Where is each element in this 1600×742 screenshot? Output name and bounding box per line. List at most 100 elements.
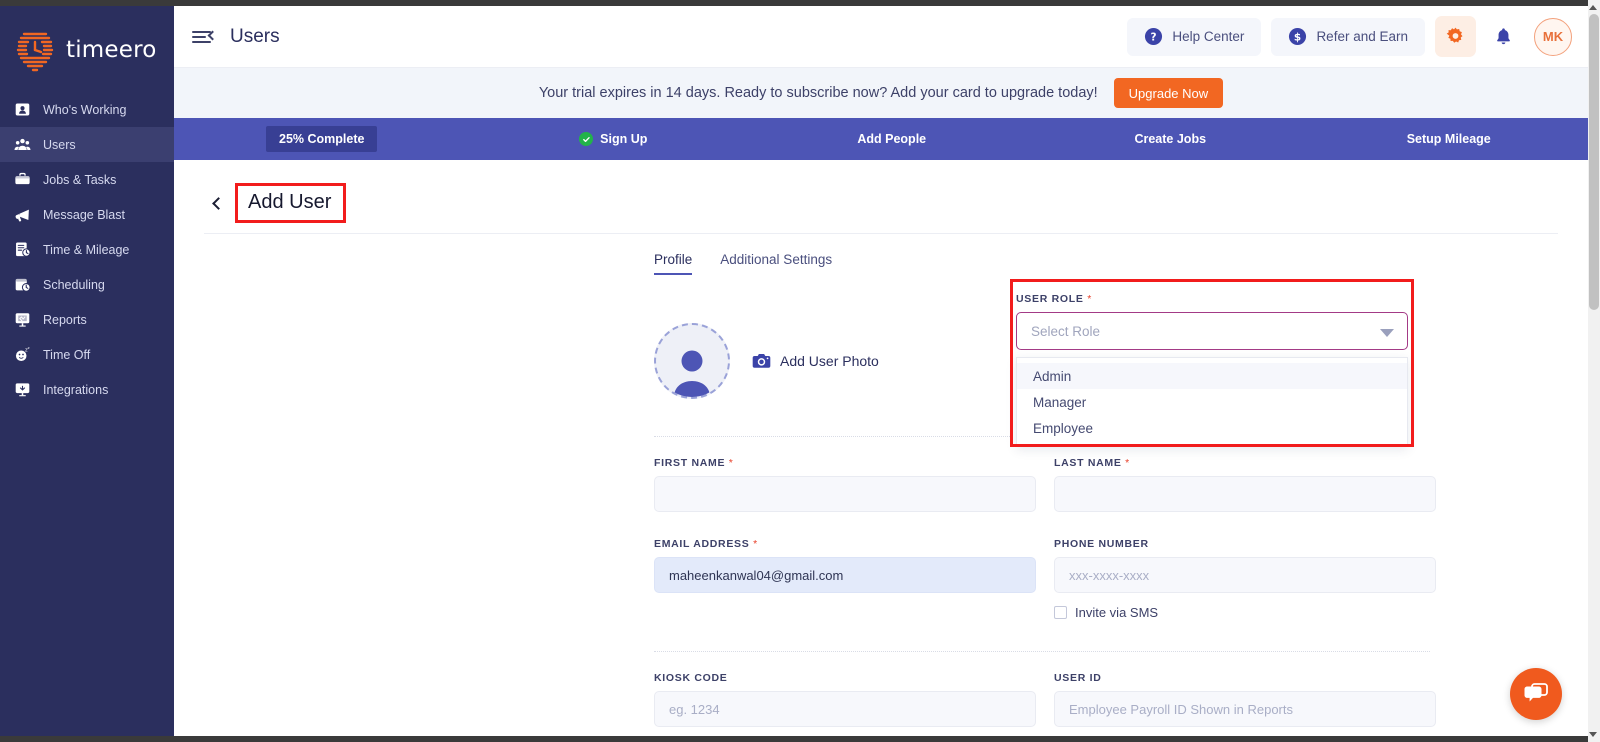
sidebar-item-jobs-tasks[interactable]: Jobs & Tasks xyxy=(0,162,174,197)
first-name-input[interactable] xyxy=(654,476,1036,512)
back-chevron-icon[interactable] xyxy=(212,196,225,210)
topbar-actions: ? Help Center $ Refer and Earn MK xyxy=(1127,16,1572,57)
trial-banner: Your trial expires in 14 days. Ready to … xyxy=(174,68,1588,118)
megaphone-icon xyxy=(15,209,29,222)
invite-via-sms-checkbox[interactable] xyxy=(1054,606,1067,619)
user-role-label-text: USER ROLE xyxy=(1016,293,1084,305)
section-divider-bottom xyxy=(654,651,1430,652)
first-name-label: FIRST NAME * xyxy=(654,457,1036,469)
refer-and-earn-button[interactable]: $ Refer and Earn xyxy=(1271,17,1425,56)
add-user-photo-button[interactable]: Add User Photo xyxy=(752,353,879,369)
scrollbar-thumb[interactable] xyxy=(1589,14,1599,310)
phone-number-input[interactable] xyxy=(1054,557,1436,593)
reports-icon xyxy=(15,313,30,327)
user-id-input[interactable] xyxy=(1054,691,1436,727)
progress-step-create-jobs[interactable]: Create Jobs xyxy=(1031,132,1310,146)
scroll-up-arrow-icon[interactable] xyxy=(1589,5,1597,10)
user-id-label: USER ID xyxy=(1054,672,1436,684)
sidebar-item-label: Time & Mileage xyxy=(43,242,130,257)
brand-name: timeero xyxy=(66,37,157,63)
last-name-group: LAST NAME * xyxy=(1054,457,1436,512)
user-role-group: USER ROLE * Select Role Admin Manager Em… xyxy=(1016,293,1408,447)
kiosk-code-input[interactable] xyxy=(654,691,1036,727)
email-address-group: EMAIL ADDRESS * xyxy=(654,538,1036,620)
page-scrollbar[interactable] xyxy=(1588,0,1600,742)
progress-step-add-people[interactable]: Add People xyxy=(753,132,1032,146)
sidebar-item-integrations[interactable]: Integrations xyxy=(0,372,174,407)
integrations-icon xyxy=(15,383,30,397)
progress-step-label: Create Jobs xyxy=(1134,132,1207,146)
trial-message: Your trial expires in 14 days. Ready to … xyxy=(538,85,1098,101)
scroll-down-arrow-icon[interactable] xyxy=(1589,732,1597,737)
chat-bubble-icon xyxy=(1524,683,1548,702)
notifications-button[interactable] xyxy=(1486,18,1520,56)
avatar[interactable]: MK xyxy=(1534,17,1572,56)
user-role-option-employee[interactable]: Employee xyxy=(1017,415,1407,441)
sidebar-item-time-mileage[interactable]: Time & Mileage xyxy=(0,232,174,267)
whos-working-icon xyxy=(15,103,30,116)
menu-collapse-icon[interactable] xyxy=(192,29,218,45)
svg-text:?: ? xyxy=(1151,32,1157,44)
name-fields-row: FIRST NAME * LAST NAME * xyxy=(654,457,1436,512)
dollar-circle-icon: $ xyxy=(1289,27,1307,46)
timeero-clock-logo-icon xyxy=(16,32,54,72)
user-role-option-manager[interactable]: Manager xyxy=(1017,389,1407,415)
user-role-select[interactable]: Select Role xyxy=(1016,312,1408,350)
first-name-group: FIRST NAME * xyxy=(654,457,1036,512)
email-address-label: EMAIL ADDRESS * xyxy=(654,538,1036,550)
progress-step-setup-mileage[interactable]: Setup Mileage xyxy=(1310,132,1589,146)
calendar-clock-icon xyxy=(15,278,31,292)
gear-icon xyxy=(1446,27,1463,43)
users-icon xyxy=(14,138,31,151)
svg-text:z: z xyxy=(28,346,30,350)
sidebar-item-scheduling[interactable]: Scheduling xyxy=(0,267,174,302)
check-circle-icon xyxy=(579,132,594,146)
progress-steps: Sign Up Add People Create Jobs Setup Mil… xyxy=(174,132,1588,146)
brand-logo[interactable]: timeero xyxy=(0,0,174,78)
person-avatar-icon xyxy=(674,350,710,397)
time-mileage-icon xyxy=(16,242,31,257)
page-title: Users xyxy=(230,25,280,47)
sidebar-item-label: Who's Working xyxy=(43,102,127,117)
sidebar-item-message-blast[interactable]: Message Blast xyxy=(0,197,174,232)
sidebar-item-label: Jobs & Tasks xyxy=(43,172,117,187)
email-address-input[interactable] xyxy=(654,557,1036,593)
progress-step-label: Add People xyxy=(857,132,927,146)
onboarding-progress-strip: 25% Complete Sign Up Add People Create J… xyxy=(174,118,1588,160)
progress-step-label: Sign Up xyxy=(600,132,648,146)
required-asterisk: * xyxy=(1125,457,1130,469)
sidebar-item-label: Reports xyxy=(43,312,87,327)
user-photo-placeholder[interactable] xyxy=(654,323,730,399)
settings-button[interactable] xyxy=(1435,16,1476,57)
add-user-heading: Add User xyxy=(248,191,332,213)
sidebar-item-whos-working[interactable]: Who's Working xyxy=(0,92,174,127)
window-edge-bottom xyxy=(0,736,1600,742)
progress-step-sign-up[interactable]: Sign Up xyxy=(474,132,753,146)
user-id-label-text: USER ID xyxy=(1054,672,1102,684)
last-name-input[interactable] xyxy=(1054,476,1436,512)
refer-and-earn-label: Refer and Earn xyxy=(1316,29,1408,44)
help-center-button[interactable]: ? Help Center xyxy=(1127,17,1262,56)
progress-percent-badge: 25% Complete xyxy=(266,126,378,152)
tab-additional-settings[interactable]: Additional Settings xyxy=(720,252,832,275)
content-area: Add User Profile Additional Settings Add… xyxy=(174,160,1588,742)
tab-profile[interactable]: Profile xyxy=(654,252,693,275)
sidebar-item-reports[interactable]: Reports xyxy=(0,302,174,337)
upgrade-now-button[interactable]: Upgrade Now xyxy=(1113,78,1224,108)
required-asterisk: * xyxy=(728,457,734,469)
last-name-label: LAST NAME * xyxy=(1054,457,1436,469)
chat-widget-button[interactable] xyxy=(1510,668,1562,720)
phone-number-label-text: PHONE NUMBER xyxy=(1054,538,1149,550)
user-id-group: USER ID xyxy=(1054,672,1436,727)
topbar: Users ? Help Center $ Refer and Earn MK xyxy=(174,6,1588,68)
app-screen: timeero Who's Working Users Jobs & Tasks… xyxy=(0,0,1600,742)
kiosk-code-label: KIOSK CODE xyxy=(654,672,1036,684)
window-edge-top-left xyxy=(0,0,174,6)
sidebar-item-users[interactable]: Users xyxy=(0,127,174,162)
user-role-option-admin[interactable]: Admin xyxy=(1017,363,1407,389)
user-role-options-menu: Admin Manager Employee xyxy=(1016,357,1408,447)
sidebar-item-time-off[interactable]: z z Time Off xyxy=(0,337,174,372)
invite-via-sms-row: Invite via SMS xyxy=(1054,605,1436,620)
page-heading-row: Add User xyxy=(174,160,1588,223)
sidebar-item-label: Scheduling xyxy=(43,277,105,292)
